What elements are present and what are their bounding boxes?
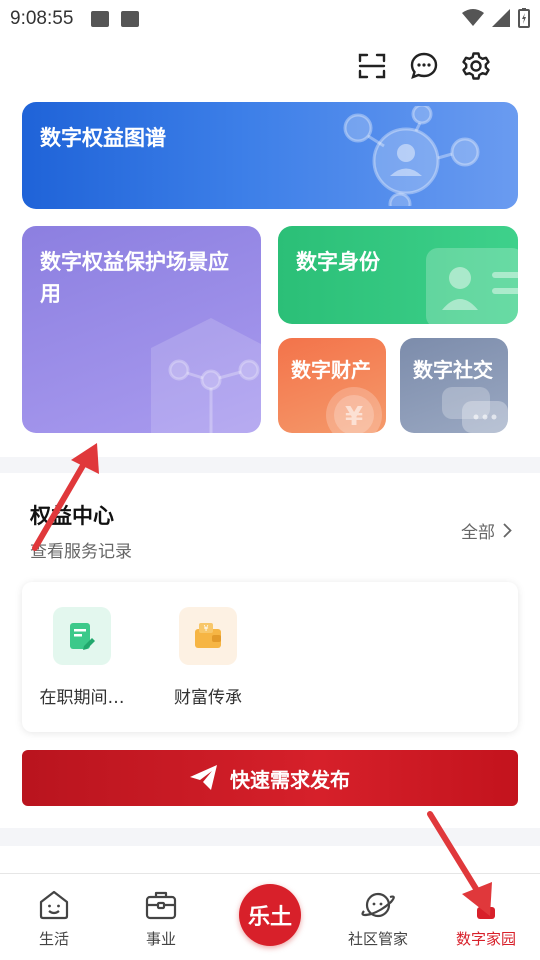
briefcase-icon — [144, 888, 178, 922]
scene-card-title: 数字权益保护场景应用 — [40, 250, 229, 306]
planet-icon — [361, 888, 395, 922]
quick-demand-publish-button[interactable]: 快速需求发布 — [22, 750, 518, 806]
battery-icon — [518, 8, 530, 28]
gallery-notification-icon — [91, 11, 110, 27]
service-item-wealth[interactable]: ¥ 财富传承 — [148, 607, 268, 708]
atlas-card-title: 数字权益图谱 — [40, 126, 166, 150]
nav-label-digital-home: 数字家园 — [455, 930, 516, 948]
rights-center-title: 权益中心 — [30, 504, 114, 528]
digital-rights-atlas-card[interactable]: 数字权益图谱 — [22, 102, 518, 209]
view-all-label: 全部 — [461, 523, 495, 543]
nav-label-community: 社区管家 — [347, 930, 408, 948]
service-label-wealth: 财富传承 — [174, 688, 242, 708]
rights-center-subtitle[interactable]: 查看服务记录 — [30, 537, 132, 562]
network-avatar-icon — [343, 106, 480, 206]
identity-card-title: 数字身份 — [296, 250, 380, 274]
svg-text:¥: ¥ — [203, 624, 208, 633]
section-divider — [0, 457, 540, 473]
digital-identity-card[interactable]: 数字身份 — [278, 226, 518, 324]
wallet-icon: ¥ — [179, 607, 237, 665]
wifi-icon — [462, 9, 484, 26]
chat-bubbles-icon — [442, 387, 508, 433]
settings-icon[interactable] — [460, 50, 492, 82]
bottom-navigation: 生活 事业 乐土 社区管家 数字家园 — [0, 873, 540, 960]
section-divider — [0, 828, 540, 846]
smile-home-icon — [37, 888, 71, 922]
nav-item-digital-home[interactable]: 数字家园 — [441, 888, 531, 949]
id-card-icon — [426, 248, 518, 324]
nav-item-life[interactable]: 生活 — [9, 888, 99, 949]
view-all-link[interactable]: 全部 — [461, 518, 512, 543]
nav-label-life: 生活 — [38, 930, 69, 948]
paper-plane-icon — [190, 765, 217, 790]
digital-home-icon — [469, 888, 503, 922]
font-notification-icon — [121, 11, 140, 27]
svg-text:¥: ¥ — [345, 402, 363, 432]
status-bar: 9:08:55 — [0, 0, 540, 38]
chevron-right-icon — [503, 523, 512, 538]
digital-social-card[interactable]: 数字社交 — [400, 338, 508, 433]
cube-network-icon — [151, 318, 261, 433]
digital-asset-card[interactable]: ¥ 数字财产 — [278, 338, 386, 433]
nav-item-community[interactable]: 社区管家 — [333, 888, 423, 949]
service-item-employment[interactable]: 在职期间… — [22, 607, 142, 708]
publish-button-label: 快速需求发布 — [230, 767, 350, 792]
status-time: 9:08:55 — [10, 8, 74, 29]
signal-icon — [492, 9, 510, 27]
scan-icon[interactable] — [356, 50, 388, 82]
nav-label-career: 事业 — [145, 930, 176, 948]
center-logo-button[interactable]: 乐土 — [239, 884, 301, 946]
service-label-employment: 在职期间… — [39, 688, 125, 708]
message-icon[interactable] — [408, 50, 440, 82]
asset-card-title: 数字财产 — [291, 358, 371, 382]
social-card-title: 数字社交 — [413, 358, 493, 382]
document-edit-icon — [53, 607, 111, 665]
nav-item-career[interactable]: 事业 — [116, 888, 206, 949]
services-panel: 在职期间… ¥ 财富传承 — [22, 582, 518, 732]
center-logo-label: 乐土 — [247, 905, 292, 930]
top-actions — [356, 50, 492, 82]
rights-protection-scene-card[interactable]: 数字权益保护场景应用 — [22, 226, 261, 433]
